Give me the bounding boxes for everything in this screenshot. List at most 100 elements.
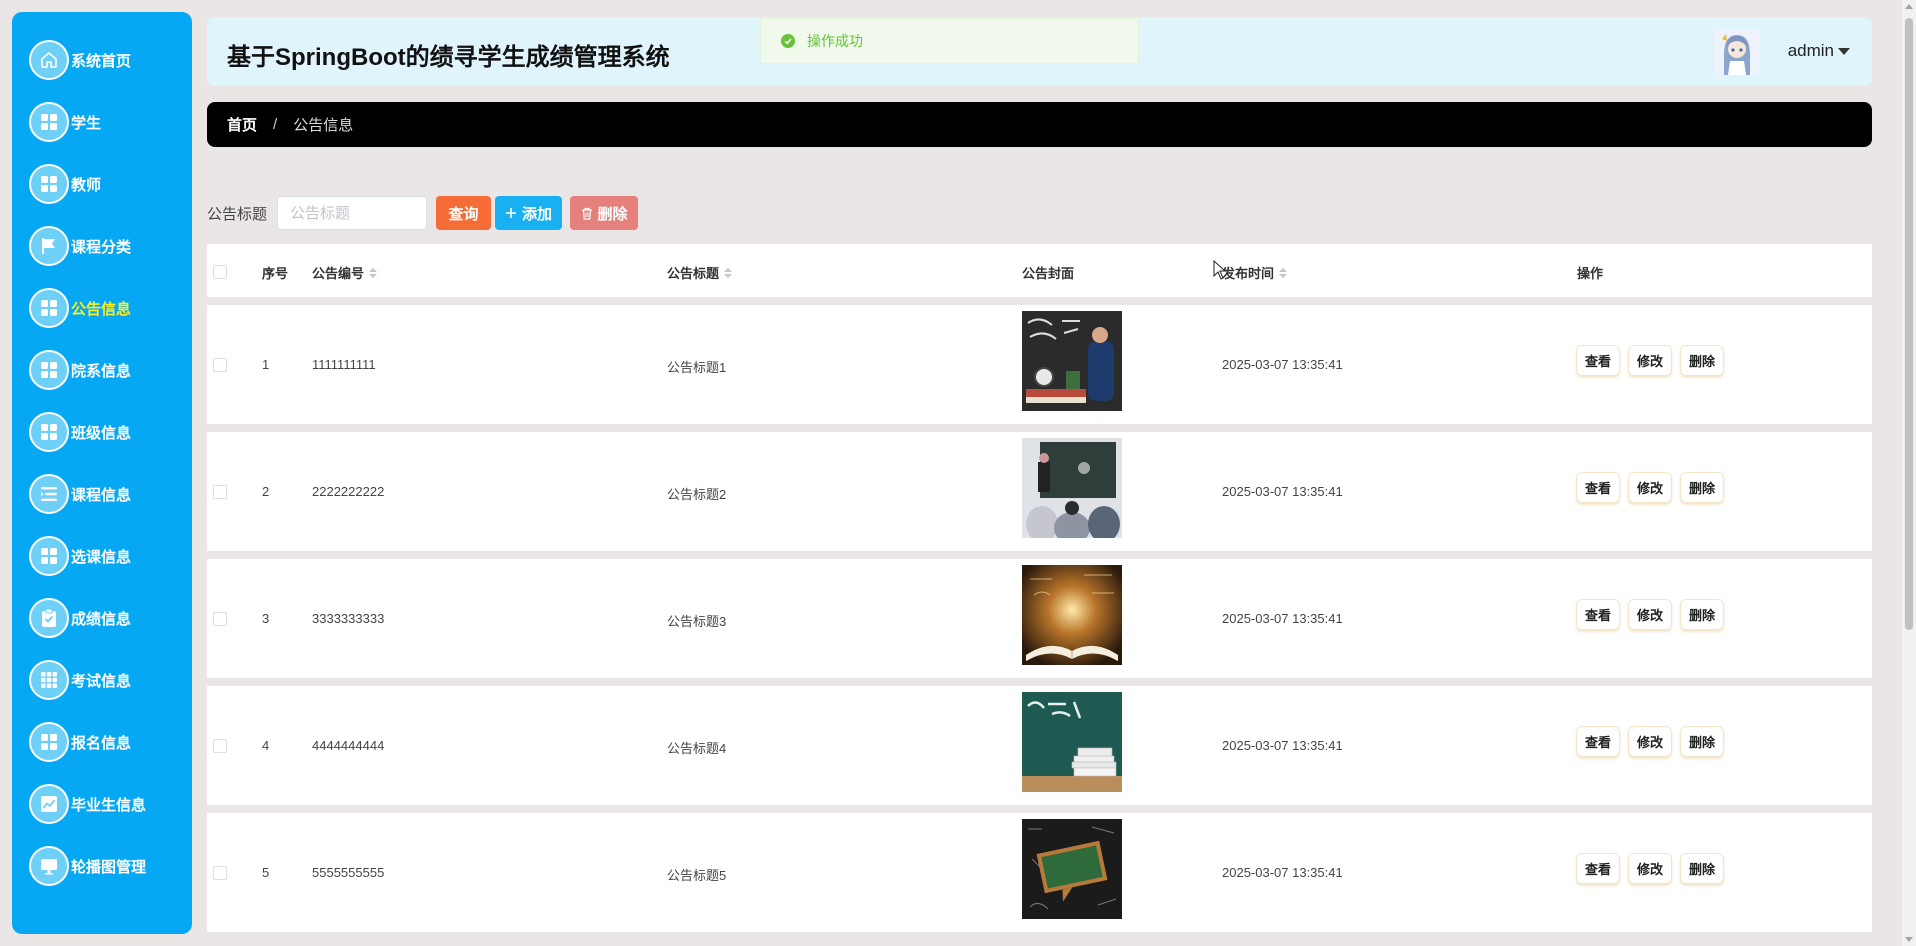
chart-icon [29,784,69,824]
list-icon [29,474,69,514]
table-row: 3 3333333333 公告标题3 2025-03-07 13:35:41 查… [207,559,1872,678]
sidebar-item-announcements[interactable]: 公告信息 [29,283,131,333]
edit-button[interactable]: 修改 [1628,345,1673,376]
sidebar-item-grades[interactable]: 成绩信息 [29,593,131,643]
column-header-time-label: 发布时间 [1222,266,1275,281]
row-actions: 查看 修改 删除 [1576,853,1725,884]
sidebar-item-label: 课程信息 [71,486,132,504]
breadcrumb-home[interactable]: 首页 [227,114,257,135]
column-header-index: 序号 [262,266,289,281]
row-index: 5 [262,865,270,880]
row-actions: 查看 修改 删除 [1576,345,1725,376]
sidebar: 系统首页 学生 教师 课程分类 公告信息 院系信息 班级信息 课程信息 选课信息… [12,12,192,934]
cover-image[interactable] [1022,819,1122,919]
home-icon [29,40,69,80]
grid-icon [29,536,69,576]
sidebar-item-label: 班级信息 [71,424,132,442]
sidebar-item-graduates[interactable]: 毕业生信息 [29,779,146,829]
sidebar-item-teachers[interactable]: 教师 [29,159,101,209]
edit-button[interactable]: 修改 [1628,472,1673,503]
delete-button[interactable]: 删除 [1680,599,1725,630]
row-time: 2025-03-07 13:35:41 [1222,738,1343,753]
row-code: 4444444444 [312,738,385,753]
row-actions: 查看 修改 删除 [1576,599,1725,630]
sort-icon[interactable] [369,267,378,278]
monitor-icon [29,846,69,886]
delete-button[interactable]: 删除 [1680,345,1725,376]
row-checkbox[interactable] [213,612,227,626]
delete-button[interactable]: 删除 [1680,726,1725,757]
table-row: 4 4444444444 公告标题4 2025-03-07 13:35:41 查… [207,686,1872,805]
view-button[interactable]: 查看 [1576,599,1621,630]
plus-icon [506,208,517,218]
column-header-title[interactable]: 公告标题 [667,263,733,282]
row-title: 公告标题5 [667,868,727,883]
sidebar-item-exams[interactable]: 考试信息 [29,655,131,705]
row-title: 公告标题1 [667,360,727,375]
sidebar-item-students[interactable]: 学生 [29,97,101,147]
row-checkbox[interactable] [213,485,227,499]
sidebar-item-classes[interactable]: 班级信息 [29,407,131,457]
row-index: 4 [262,738,270,753]
cover-image[interactable] [1022,692,1122,792]
edit-button[interactable]: 修改 [1628,599,1673,630]
query-button[interactable]: 查询 [436,196,492,230]
sidebar-item-home[interactable]: 系统首页 [29,35,131,85]
sidebar-item-label: 毕业生信息 [71,796,147,814]
avatar[interactable] [1714,29,1760,75]
delete-button[interactable]: 删除 [1680,853,1725,884]
row-time: 2025-03-07 13:35:41 [1222,865,1343,880]
sidebar-item-label: 选课信息 [71,548,132,566]
column-header-code[interactable]: 公告编号 [312,263,378,282]
edit-button[interactable]: 修改 [1628,726,1673,757]
column-header-time[interactable]: 发布时间 [1222,263,1288,282]
row-title: 公告标题3 [667,614,727,629]
trash-icon [581,207,592,220]
grid-icon [29,722,69,762]
table-row: 1 1111111111 公告标题1 2025-03-07 13:35:41 查… [207,305,1872,424]
row-index: 1 [262,357,270,372]
row-checkbox[interactable] [213,866,227,880]
row-time: 2025-03-07 13:35:41 [1222,357,1343,372]
sidebar-item-label: 轮播图管理 [71,858,147,876]
row-code: 2222222222 [312,484,385,499]
clipboard-check-icon [29,598,69,638]
sort-icon[interactable] [1279,267,1288,278]
check-circle-icon [781,34,795,48]
view-button[interactable]: 查看 [1576,726,1621,757]
view-button[interactable]: 查看 [1576,472,1621,503]
sort-icon[interactable] [724,267,733,278]
scrollbar-thumb[interactable] [1905,18,1913,630]
row-title: 公告标题4 [667,741,727,756]
sidebar-item-label: 系统首页 [71,52,132,70]
select-all-checkbox[interactable] [213,265,227,279]
cover-image[interactable] [1022,565,1122,665]
app-title: 基于SpringBoot的绩寻学生成绩管理系统 [227,44,670,71]
cover-image[interactable] [1022,438,1122,538]
view-button[interactable]: 查看 [1576,853,1621,884]
sidebar-item-course-category[interactable]: 课程分类 [29,221,131,271]
sidebar-item-carousel[interactable]: 轮播图管理 [29,841,146,891]
sidebar-item-course-selection[interactable]: 选课信息 [29,531,131,581]
page-scrollbar[interactable] [1902,0,1916,946]
delete-button[interactable]: 删除 [1680,472,1725,503]
row-checkbox[interactable] [213,739,227,753]
query-button-label: 查询 [448,205,479,223]
sidebar-item-courses[interactable]: 课程信息 [29,469,131,519]
grid-icon [29,164,69,204]
batch-delete-button[interactable]: 删除 [570,196,639,230]
row-checkbox[interactable] [213,358,227,372]
edit-button[interactable]: 修改 [1628,853,1673,884]
scroll-down-arrow-icon[interactable] [1905,937,1913,942]
search-label: 公告标题 [207,205,268,223]
chevron-down-icon[interactable] [1838,48,1850,55]
scroll-up-arrow-icon[interactable] [1905,4,1913,9]
view-button[interactable]: 查看 [1576,345,1621,376]
title-search-input[interactable] [277,196,428,230]
mouse-cursor-icon [1213,260,1227,280]
sidebar-item-registrations[interactable]: 报名信息 [29,717,131,767]
sidebar-item-departments[interactable]: 院系信息 [29,345,131,395]
add-button[interactable]: 添加 [495,196,563,230]
cover-image[interactable] [1022,311,1122,411]
user-name[interactable]: admin [1788,41,1834,61]
